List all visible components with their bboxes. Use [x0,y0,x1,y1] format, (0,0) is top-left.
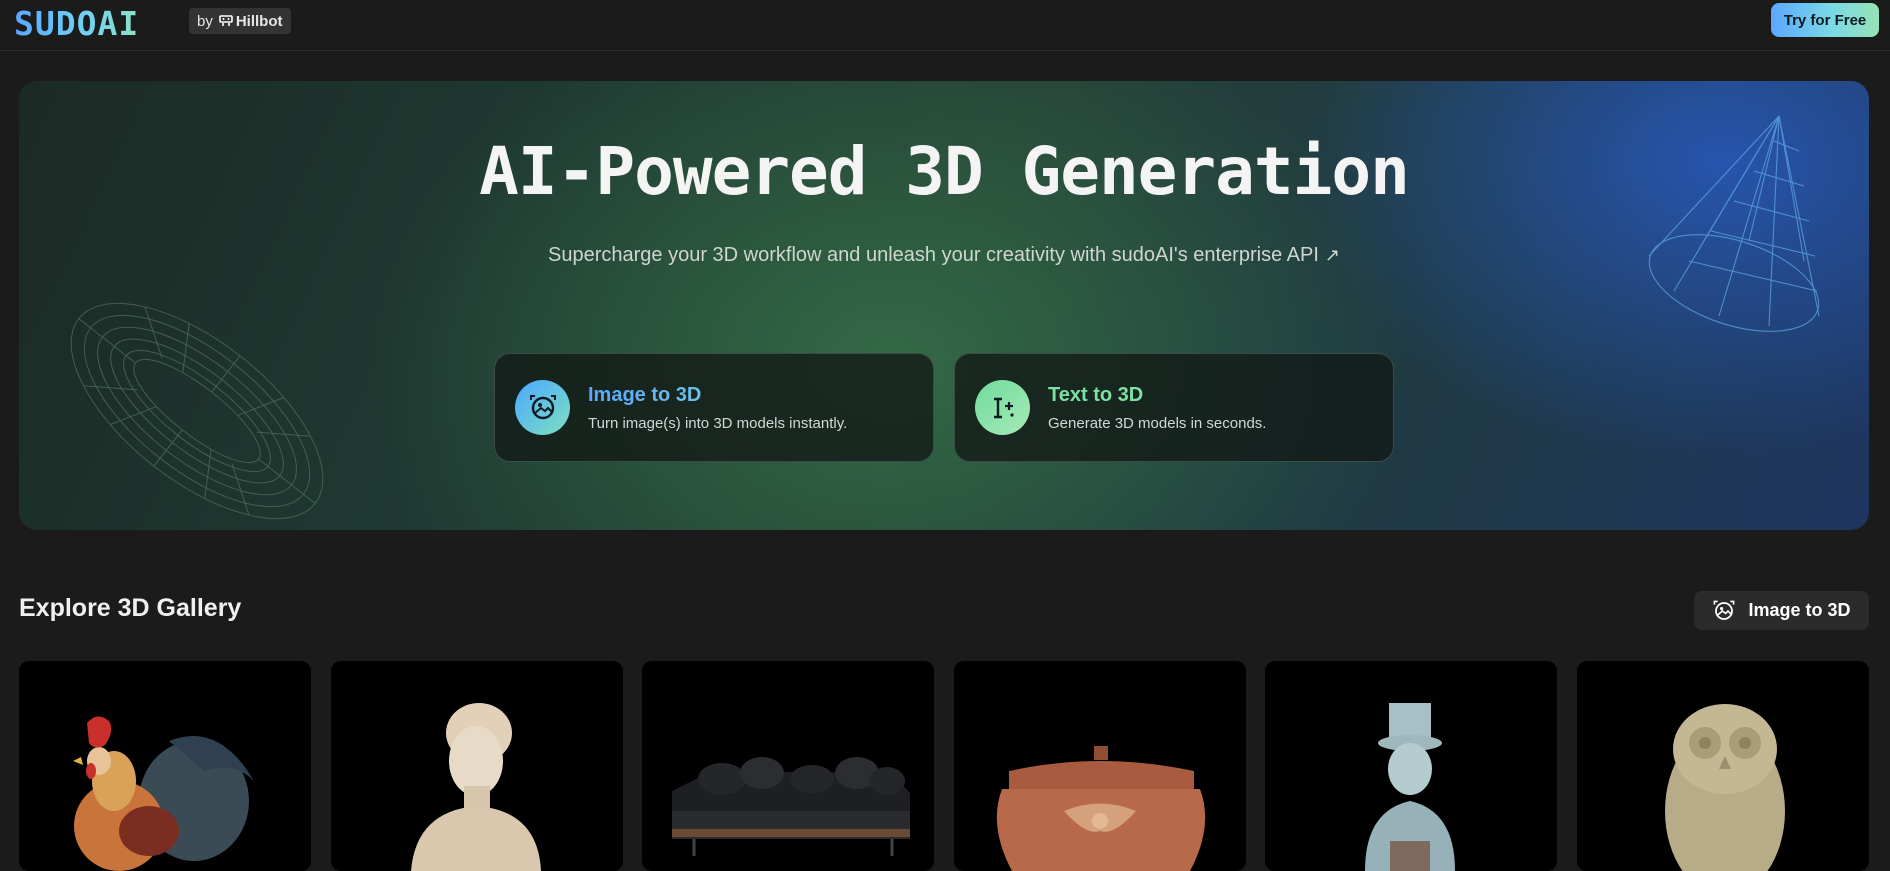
torus-wireframe-illustration [70,302,324,520]
try-for-free-button[interactable]: Try for Free [1771,3,1879,37]
text-to-3d-icon [975,380,1030,435]
image-to-3d-title: Image to 3D [588,384,847,407]
owl-model-image [1665,704,1785,871]
hero-title: AI-Powered 3D Generation [479,133,1410,210]
image-to-3d-desc: Turn image(s) into 3D models instantly. [588,414,848,432]
rooster-model-image [73,716,254,871]
hero-subtitle[interactable]: Supercharge your 3D workflow and unleash… [19,244,1869,267]
by-label: by [197,12,213,30]
sofa-model-image [672,757,910,856]
image-to-3d-icon [1714,600,1735,620]
by-hillbot-badge[interactable]: by Hillbot [189,8,291,34]
gallery-button-label: Image to 3D [1748,600,1851,620]
gallery-title: Explore 3D Gallery [19,594,242,622]
gallery-item-sofa[interactable] [642,661,934,871]
image-to-3d-card[interactable]: Image to 3D Turn image(s) into 3D models… [494,353,934,462]
gallery-item-rooster[interactable] [19,661,311,871]
text-to-3d-title: Text to 3D [1048,383,1144,406]
text-to-3d-card[interactable]: Text to 3D Generate 3D models in seconds… [954,353,1394,462]
gallery-image-to-3d-button[interactable]: Image to 3D [1694,591,1869,630]
gallery-item-bust[interactable] [331,661,623,871]
hero-banner: AI-Powered 3D Generation Supercharge you… [19,81,1869,530]
hero-subtitle-text: Supercharge your 3D workflow and unleash… [548,244,1319,266]
hillbot-brand: Hillbot [219,13,283,30]
top-nav: SUDOAI by Hillbot Try for Free [0,0,1890,51]
gallery-item-top-hat-figure[interactable] [1265,661,1557,871]
external-link-arrow-icon: ↗ [1324,245,1340,265]
hillbot-label: Hillbot [235,12,283,30]
image-to-3d-icon [515,380,570,435]
top-hat-figure-model-image [1365,703,1455,871]
ornate-box-model-image [996,746,1206,871]
gallery-item-ornate-box[interactable] [954,661,1246,871]
hillbot-icon [219,15,233,26]
bust-model-image [411,703,541,871]
text-to-3d-desc: Generate 3D models in seconds. [1048,414,1267,432]
gallery-item-owl[interactable] [1577,661,1869,871]
sudoai-logo[interactable]: SUDOAI [14,4,139,43]
